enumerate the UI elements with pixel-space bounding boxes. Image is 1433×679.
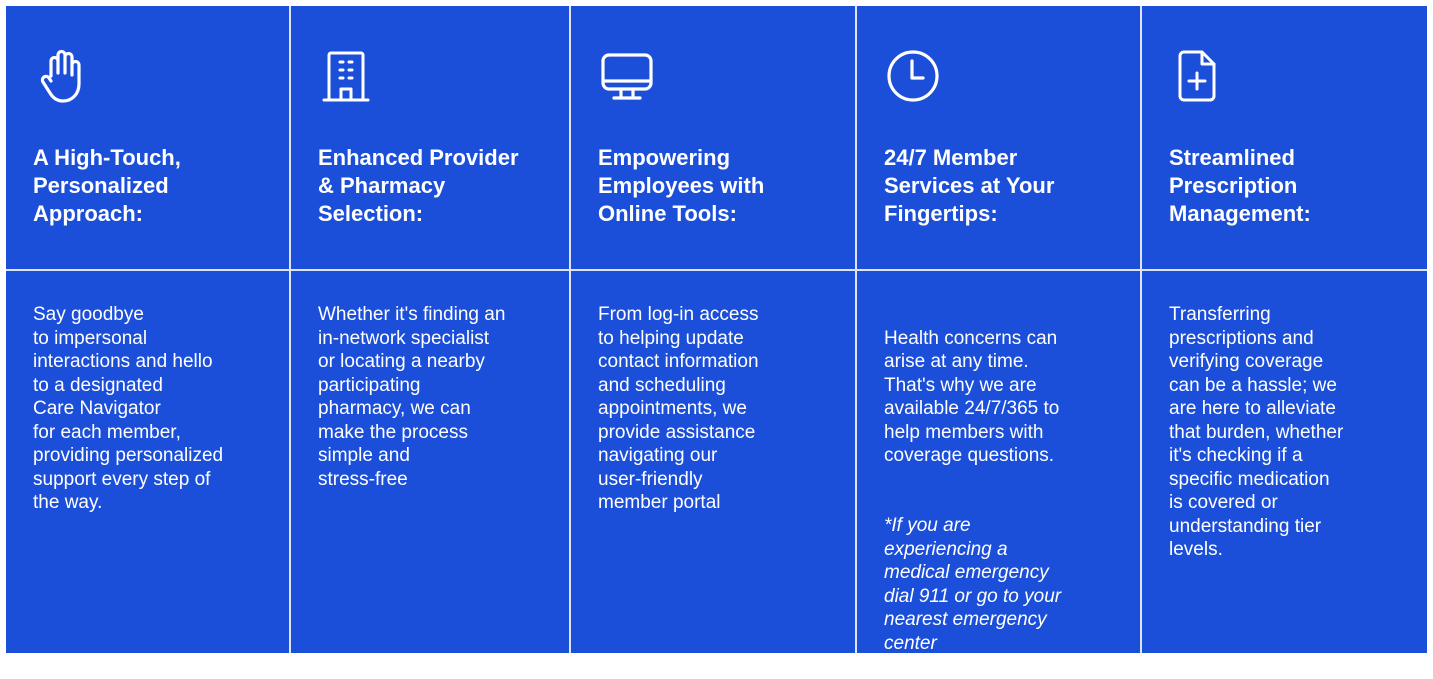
raised-hand-icon [32,46,92,106]
feature-card-provider-selection: Enhanced Provider & Pharmacy Selection: … [291,6,571,653]
feature-card-member-services: 24/7 Member Services at Your Fingertips:… [857,6,1142,654]
feature-card-header: Empowering Employees with Online Tools: [571,6,855,271]
feature-card-header: A High-Touch, Personalized Approach: [6,6,289,271]
building-icon [317,46,377,106]
clock-icon [883,46,943,106]
feature-card-header: 24/7 Member Services at Your Fingertips: [857,6,1140,271]
feature-description-block: Health concerns can arise at any time. T… [884,303,1134,679]
feature-card-header: Streamlined Prescription Management: [1142,6,1427,271]
features-board: A High-Touch, Personalized Approach: Say… [6,6,1427,654]
document-plus-icon [1168,46,1228,106]
feature-card-personalized: A High-Touch, Personalized Approach: Say… [6,6,291,653]
feature-title: Streamlined Prescription Management: [1169,145,1311,226]
feature-card-prescription: Streamlined Prescription Management: Tra… [1142,6,1427,653]
feature-description: From log-in access to helping update con… [598,304,759,513]
feature-card-online-tools: Empowering Employees with Online Tools: … [571,6,857,653]
feature-description: Whether it's finding an in-network speci… [318,304,506,490]
monitor-icon [597,46,657,106]
feature-description: Health concerns can arise at any time. T… [884,327,1060,467]
feature-card-header: Enhanced Provider & Pharmacy Selection: [291,6,569,271]
feature-title: 24/7 Member Services at Your Fingertips: [884,145,1055,226]
feature-title: A High-Touch, Personalized Approach: [33,145,181,226]
feature-title: Empowering Employees with Online Tools: [598,145,765,226]
feature-description: Transferring prescriptions and verifying… [1169,304,1344,560]
emergency-note: *If you are experiencing a medical emerg… [884,515,1062,654]
feature-description: Say goodbye to impersonal interactions a… [33,304,224,513]
feature-title: Enhanced Provider & Pharmacy Selection: [318,145,519,226]
